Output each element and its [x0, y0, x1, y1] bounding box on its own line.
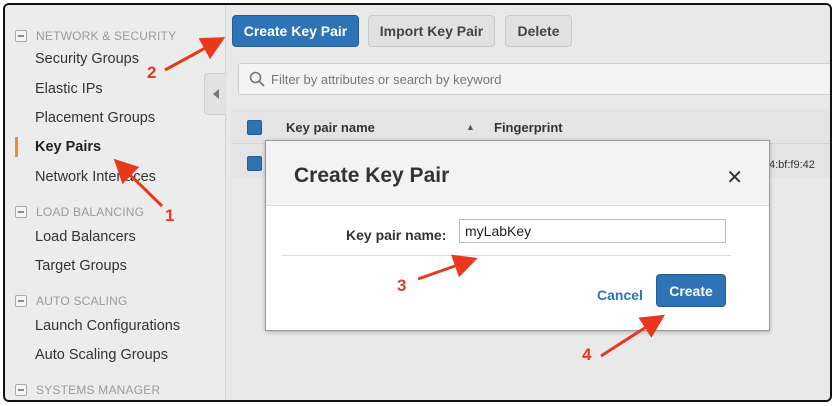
collapse-section-icon[interactable]	[15, 30, 27, 42]
create-key-pair-dialog: Create Key Pair ✕ Key pair name: myLabKe…	[265, 140, 770, 331]
active-indicator	[15, 137, 18, 157]
table-header: Key pair name ▲ Fingerprint	[231, 109, 830, 144]
row-checkbox[interactable]	[247, 156, 262, 171]
sidebar-item-auto-scaling-groups[interactable]: Auto Scaling Groups	[35, 347, 168, 363]
section-label: SYSTEMS MANAGER	[36, 383, 161, 397]
chevron-left-icon	[213, 89, 219, 99]
dialog-header: Create Key Pair ✕	[266, 141, 769, 206]
section-label: AUTO SCALING	[36, 294, 128, 308]
filter-search-bar[interactable]: Filter by attributes or search by keywor…	[238, 63, 830, 95]
collapse-section-icon[interactable]	[15, 206, 27, 218]
section-auto-scaling[interactable]: AUTO SCALING	[15, 294, 128, 308]
create-button[interactable]: Create	[656, 274, 726, 307]
annotation-number-4: 4	[582, 345, 592, 364]
dialog-title: Create Key Pair	[294, 164, 450, 187]
section-network-security[interactable]: NETWORK & SECURITY	[15, 29, 176, 43]
sidebar-item-key-pairs[interactable]: Key Pairs	[35, 139, 101, 155]
key-pair-name-label: Key pair name:	[346, 227, 447, 243]
collapse-section-icon[interactable]	[15, 384, 27, 396]
section-load-balancing[interactable]: LOAD BALANCING	[15, 205, 144, 219]
search-placeholder: Filter by attributes or search by keywor…	[271, 71, 502, 87]
sidebar-collapse-toggle[interactable]	[204, 73, 227, 115]
section-label: LOAD BALANCING	[36, 205, 145, 219]
dialog-divider	[281, 255, 731, 256]
fingerprint-cell: 4:bf:f9:42	[769, 159, 815, 171]
sidebar-item-launch-configurations[interactable]: Launch Configurations	[35, 318, 180, 334]
column-fingerprint[interactable]: Fingerprint	[494, 120, 563, 135]
collapse-section-icon[interactable]	[15, 295, 27, 307]
sidebar-item-load-balancers[interactable]: Load Balancers	[35, 229, 136, 245]
section-label: NETWORK & SECURITY	[36, 29, 177, 43]
search-icon	[249, 71, 265, 87]
sidebar-item-placement-groups[interactable]: Placement Groups	[35, 110, 155, 126]
sidebar-item-security-groups[interactable]: Security Groups	[35, 51, 139, 67]
sidebar-item-network-interfaces[interactable]: Network Interfaces	[35, 169, 156, 185]
import-key-pair-button[interactable]: Import Key Pair	[368, 15, 495, 47]
annotation-number-1: 1	[165, 206, 175, 225]
column-key-pair-name[interactable]: Key pair name	[286, 120, 375, 135]
key-pair-name-input[interactable]: myLabKey	[459, 219, 726, 243]
create-key-pair-button[interactable]: Create Key Pair	[232, 15, 359, 47]
annotation-number-2: 2	[147, 63, 157, 82]
sidebar-nav: NETWORK & SECURITY Security Groups Elast…	[5, 5, 226, 400]
section-systems-manager[interactable]: SYSTEMS MANAGER	[15, 383, 160, 397]
annotation-number-3: 3	[397, 276, 407, 295]
select-all-checkbox[interactable]	[247, 120, 262, 135]
sidebar-item-elastic-ips[interactable]: Elastic IPs	[35, 81, 103, 97]
sidebar-item-target-groups[interactable]: Target Groups	[35, 258, 127, 274]
sort-asc-icon[interactable]: ▲	[466, 122, 475, 132]
delete-button[interactable]: Delete	[505, 15, 572, 47]
cancel-button[interactable]: Cancel	[597, 287, 643, 303]
close-icon[interactable]: ✕	[726, 165, 743, 190]
